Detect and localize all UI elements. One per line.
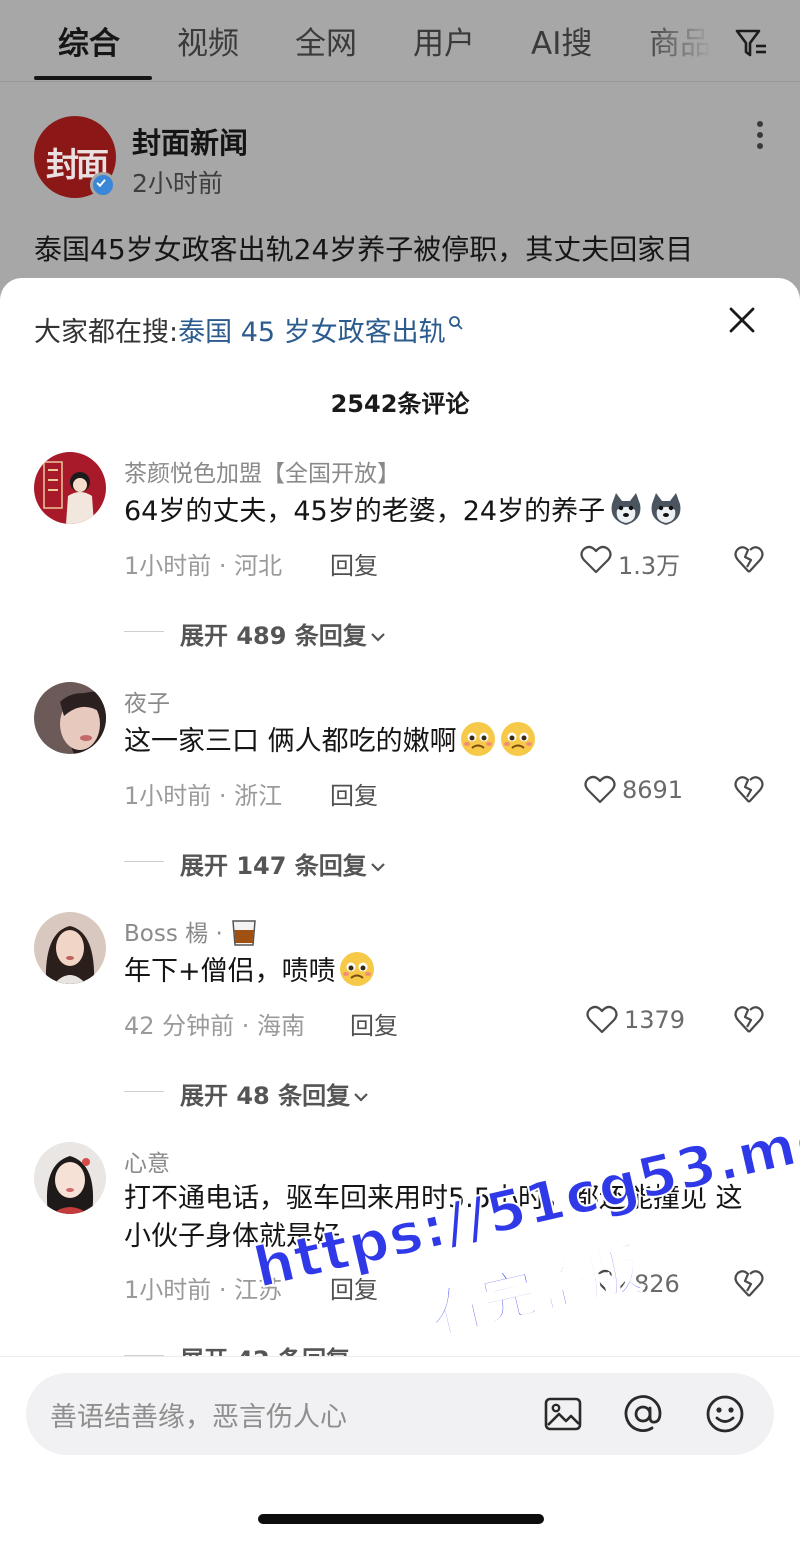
expand-replies[interactable]: 展开 489 条回复 — [124, 616, 524, 650]
comment-input-placeholder: 善语结善缘，恶言伤人心 — [50, 1402, 347, 1433]
expand-replies-label: 展开 48 条回复 — [180, 1076, 370, 1111]
avatar[interactable] — [34, 682, 106, 754]
comment-item: 夜子 这一家三口 俩人都吃的嫩啊 1小时前 · 浙江 回复 8691 展开 14… — [0, 682, 800, 882]
reply-button[interactable]: 回复 — [350, 1006, 398, 1041]
active-tab-indicator — [34, 76, 152, 80]
hot-search-bar[interactable]: 大家都在搜:泰国 45 岁女政客出轨 — [34, 310, 464, 349]
background-page: 综合 视频 全网 用户 AI搜 商品 封面 封面新闻 2小时前 泰国45岁女政客… — [0, 0, 800, 300]
like-count: 1379 — [624, 1006, 686, 1034]
divider — [124, 1091, 164, 1092]
comment-input[interactable]: 善语结善缘，恶言伤人心 — [26, 1373, 774, 1455]
divider — [124, 631, 164, 632]
verified-badge-icon — [90, 172, 116, 198]
expand-replies[interactable]: 展开 147 条回复 — [124, 846, 524, 880]
like-heart-icon[interactable] — [586, 1005, 618, 1035]
more-options-icon[interactable] — [756, 120, 764, 150]
comment-username[interactable]: 茶颜悦色加盟【全国开放】 — [124, 454, 400, 488]
husky-emoji-icon — [611, 493, 641, 525]
comment-username[interactable]: 夜子 — [124, 684, 170, 718]
pleading-face-emoji-icon — [339, 952, 374, 986]
dislike-heart-icon[interactable] — [734, 1005, 764, 1035]
reply-button[interactable]: 回复 — [330, 776, 378, 811]
tabs-fade — [640, 10, 730, 70]
emoji-face-icon[interactable] — [704, 1393, 746, 1435]
comment-username[interactable]: Boss 楊 · — [124, 914, 261, 948]
comment-meta: 1小时前 · 河北 — [124, 552, 283, 580]
comment-text-content: 64岁的丈夫，45岁的老婆，24岁的养子 — [124, 496, 606, 527]
comment-item: Boss 楊 · 年下+僧侣，啧啧 42 分钟前 · 海南 回复 1379 展开… — [0, 912, 800, 1112]
hot-search-term[interactable]: 泰国 45 岁女政客出轨 — [178, 317, 446, 348]
chevron-down-icon — [371, 863, 385, 872]
filter-icon[interactable] — [734, 26, 768, 60]
expand-replies-text: 展开 147 条回复 — [180, 852, 367, 880]
pleading-face-emoji-icon — [500, 722, 535, 756]
search-tabs: 综合 视频 全网 用户 AI搜 商品 — [0, 0, 800, 82]
comment-text: 这一家三口 俩人都吃的嫩啊 — [124, 720, 764, 761]
comment-text: 打不通电话，驱车回来用时5.5小时，都还能撞见 这小伙子身体就是好 — [124, 1183, 743, 1252]
dislike-heart-icon[interactable] — [734, 775, 764, 805]
comment-username[interactable]: 心意 — [124, 1144, 170, 1178]
tab-users[interactable]: 用户 — [413, 18, 475, 63]
post-source-name[interactable]: 封面新闻 — [132, 120, 248, 162]
like-heart-icon[interactable] — [580, 545, 612, 575]
dislike-heart-icon[interactable] — [734, 545, 764, 575]
like-heart-icon[interactable] — [596, 1269, 628, 1299]
avatar[interactable] — [34, 1142, 106, 1214]
avatar[interactable] — [34, 452, 106, 524]
image-icon[interactable] — [542, 1393, 584, 1435]
post-time: 2小时前 — [132, 169, 223, 198]
like-heart-icon[interactable] — [584, 775, 616, 805]
chevron-down-icon — [354, 1093, 368, 1102]
comment-text: 64岁的丈夫，45岁的老婆，24岁的养子 — [124, 490, 764, 531]
mention-at-icon[interactable] — [622, 1393, 664, 1435]
hot-search-prefix: 大家都在搜: — [34, 317, 179, 348]
comment-meta: 42 分钟前 · 海南 — [124, 1012, 306, 1040]
comment-text-content: 这一家三口 俩人都吃的嫩啊 — [124, 726, 457, 757]
comment-meta: 1小时前 · 浙江 — [124, 782, 283, 810]
expand-replies-text: 展开 489 条回复 — [180, 622, 367, 650]
reply-button[interactable]: 回复 — [330, 546, 378, 581]
expand-replies-label: 展开 147 条回复 — [180, 846, 387, 881]
tab-web[interactable]: 全网 — [295, 18, 357, 63]
comment-item: 茶颜悦色加盟【全国开放】 64岁的丈夫，45岁的老婆，24岁的养子 1小时前 ·… — [0, 452, 800, 652]
search-icon — [448, 316, 463, 330]
comment-text: 年下+僧侣，啧啧 — [124, 950, 764, 991]
like-count: 1.3万 — [618, 552, 681, 580]
like-count: 8691 — [622, 776, 684, 804]
comment-username-text: Boss 楊 · — [124, 921, 223, 947]
comment-text-content: 年下+僧侣，啧啧 — [124, 956, 336, 987]
home-indicator[interactable] — [258, 1514, 544, 1524]
comment-meta: 1小时前 · 江苏 — [124, 1276, 283, 1304]
like-count: 826 — [634, 1270, 680, 1298]
comment-item: 心意 打不通电话，驱车回来用时5.5小时，都还能撞见 这小伙子身体就是好 1小时… — [0, 1142, 800, 1374]
tab-ai-search[interactable]: AI搜 — [531, 18, 592, 63]
pleading-face-emoji-icon — [460, 722, 495, 756]
dislike-heart-icon[interactable] — [734, 1269, 764, 1299]
tab-video[interactable]: 视频 — [177, 18, 239, 63]
post-title[interactable]: 泰国45岁女政客出轨24岁养子被停职，其丈夫回家目 — [34, 228, 693, 268]
whiskey-glass-icon — [231, 920, 256, 946]
chevron-down-icon — [371, 633, 385, 642]
husky-emoji-icon — [651, 493, 681, 525]
expand-replies[interactable]: 展开 48 条回复 — [124, 1076, 524, 1110]
reply-button[interactable]: 回复 — [330, 1270, 378, 1305]
expand-replies-text: 展开 48 条回复 — [180, 1082, 351, 1110]
close-icon[interactable] — [726, 304, 758, 336]
expand-replies-label: 展开 489 条回复 — [180, 616, 387, 651]
comment-count: 2542条评论 — [330, 390, 470, 418]
avatar[interactable] — [34, 912, 106, 984]
tab-general[interactable]: 综合 — [58, 18, 120, 63]
comments-sheet: 大家都在搜:泰国 45 岁女政客出轨 2542条评论 茶颜悦色加盟【全国开放】 … — [0, 278, 800, 1542]
divider — [124, 861, 164, 862]
